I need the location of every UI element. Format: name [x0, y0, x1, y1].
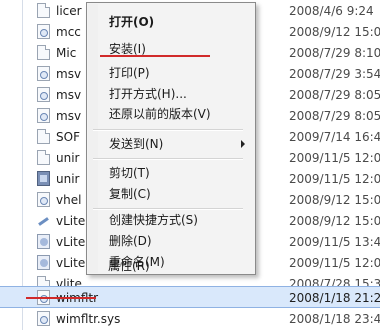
file-date: 2008/1/18 21:24 — [289, 291, 380, 305]
settings-file-icon — [37, 311, 50, 326]
settings-file-icon — [37, 192, 50, 207]
file-date: 2008/4/6 9:24 — [289, 4, 374, 18]
blank-file-icon — [37, 3, 50, 18]
file-date: 2008/9/12 15:01 — [289, 193, 380, 207]
settings-file-icon — [37, 24, 50, 39]
menu-item-restore-previous[interactable]: 还原以前的版本(V) — [109, 105, 211, 122]
blank-file-icon — [37, 150, 50, 165]
file-date: 2008/7/29 8:05 — [289, 88, 380, 102]
app-icon — [37, 255, 50, 270]
file-date: 2008/7/29 8:10 — [289, 46, 380, 60]
file-name: wimfltr.sys — [56, 312, 121, 326]
menu-item-cut[interactable]: 剪切(T) — [109, 164, 150, 181]
blank-file-icon — [37, 129, 50, 144]
package-icon — [37, 171, 50, 186]
app-icon — [37, 234, 50, 249]
file-name: vLite — [56, 235, 86, 249]
menu-item-copy[interactable]: 复制(C) — [109, 185, 151, 202]
file-date: 2008/1/18 23:43 — [289, 312, 380, 326]
menu-item-print[interactable]: 打印(P) — [109, 64, 150, 81]
file-name: vhel — [56, 193, 82, 207]
file-date: 2008/7/29 8:05 — [289, 109, 380, 123]
context-menu: 打开(O) 安装(I) 打印(P) 打开方式(H)... 还原以前的版本(V) … — [86, 2, 256, 275]
menu-item-create-shortcut[interactable]: 创建快捷方式(S) — [109, 211, 198, 228]
file-name: vLite — [56, 256, 86, 270]
blank-file-icon — [37, 45, 50, 60]
file-name: msv — [56, 109, 82, 123]
wand-icon — [37, 213, 50, 228]
file-date: 2009/11/5 13:45 — [289, 235, 380, 249]
file-name: mcc — [56, 25, 81, 39]
file-date: 2009/11/5 12:06 — [289, 151, 380, 165]
file-name: unir — [56, 151, 80, 165]
file-name: unir — [56, 172, 80, 186]
file-date: 2008/7/29 3:54 — [289, 67, 380, 81]
file-date: 2008/9/12 15:01 — [289, 25, 380, 39]
file-date: 2009/7/14 16:49 — [289, 130, 380, 144]
menu-separator — [93, 208, 243, 210]
file-name: msv — [56, 88, 82, 102]
menu-gutter — [88, 4, 98, 273]
menu-separator-lower — [86, 250, 256, 252]
menu-separator — [93, 158, 243, 160]
settings-file-icon — [37, 87, 50, 102]
file-name: Mic — [56, 46, 77, 60]
file-date: 2009/11/5 12:06 — [289, 172, 380, 186]
file-name: msv — [56, 67, 82, 81]
file-row[interactable]: wimfltr.sys 2008/1/18 23:43 — [0, 308, 380, 330]
menu-item-open[interactable]: 打开(O) — [109, 13, 154, 30]
annotation-underline-install — [100, 55, 210, 57]
settings-file-icon — [37, 108, 50, 123]
menu-item-properties[interactable]: 属性(R) — [108, 257, 150, 274]
submenu-arrow-icon — [241, 140, 245, 148]
settings-file-icon — [37, 66, 50, 81]
file-name: SOF — [56, 130, 80, 144]
file-date: 2009/11/5 12:06 — [289, 256, 380, 270]
menu-item-open-with[interactable]: 打开方式(H)... — [109, 85, 187, 102]
menu-separator — [93, 129, 243, 131]
annotation-underline — [26, 297, 96, 299]
file-name: licer — [56, 4, 82, 18]
file-name: vLite — [56, 214, 86, 228]
menu-item-send-to[interactable]: 发送到(N) — [109, 135, 163, 152]
file-date: 2008/9/12 15:01 — [289, 214, 380, 228]
menu-item-delete[interactable]: 删除(D) — [109, 232, 152, 249]
